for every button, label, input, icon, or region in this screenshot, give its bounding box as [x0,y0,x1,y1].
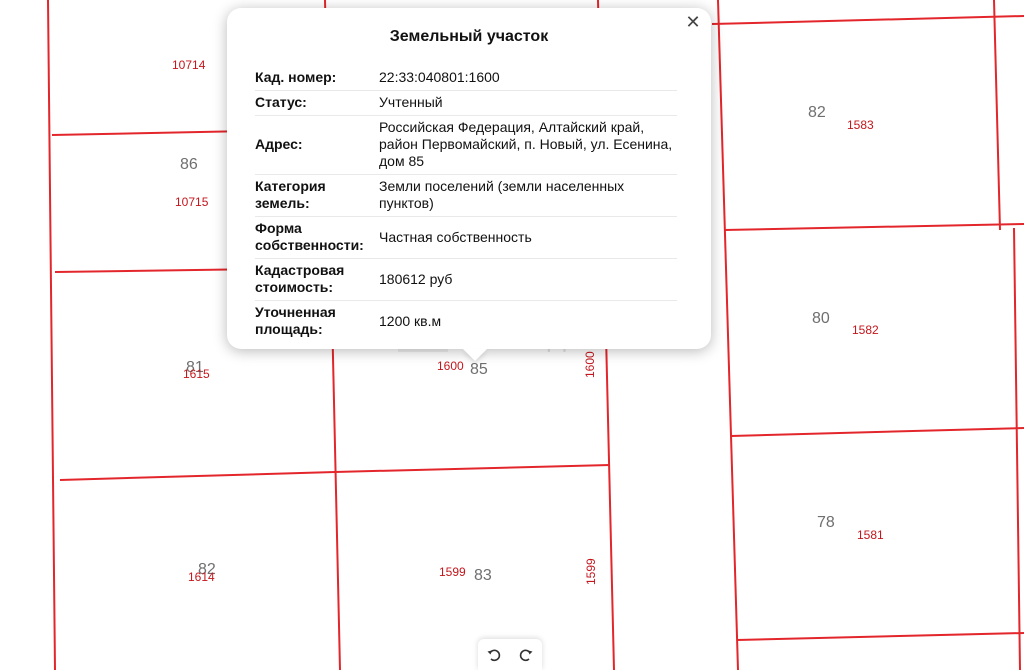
cad-label: 1583 [847,118,874,132]
table-row: Кад. номер: 22:33:040801:1600 [255,66,677,91]
table-row: Форма собственности: Частная собственнос… [255,216,677,259]
cad-label: 1615 [183,367,210,381]
undo-icon[interactable] [483,644,505,666]
row-key: Адрес: [255,115,379,175]
house-number: 82 [808,104,826,121]
row-value: Земли поселений (земли населенных пункто… [379,174,677,217]
popup-body[interactable]: Кад. номер: 22:33:040801:1600 Статус: Уч… [255,66,677,337]
house-number: 85 [470,361,488,378]
house-number: 78 [817,514,835,531]
cad-label: 1581 [857,528,884,542]
table-row: Уточненная площадь: 1200 кв.м [255,300,677,337]
cad-label: 1600 [437,359,464,373]
table-row: Адрес: Российская Федерация, Алтайский к… [255,115,677,175]
cad-label: 1582 [852,323,879,337]
row-value: 22:33:040801:1600 [379,66,677,91]
row-key: Категория земель: [255,174,379,217]
cad-label: 10715 [175,195,209,209]
row-value: Учтенный [379,90,677,116]
row-key: Уточненная площадь: [255,300,379,337]
house-number: 80 [812,310,830,327]
history-controls [478,639,542,670]
popup-title: Земельный участок [389,28,549,45]
table-row: Статус: Учтенный [255,90,677,116]
cad-label-vertical: 1600 [583,351,597,378]
row-key: Кад. номер: [255,66,379,91]
row-value: 1200 кв.м [379,300,677,337]
cad-label: 10714 [172,58,206,72]
row-key: Кадастровая стоимость: [255,258,379,301]
row-key: Статус: [255,90,379,116]
redo-icon[interactable] [515,644,537,666]
table-row: Категория земель: Земли поселений (земли… [255,174,677,217]
cad-label-vertical: 1599 [584,558,598,585]
popup-pointer [463,349,487,361]
house-number: 86 [180,156,198,173]
row-value: 180612 руб [379,258,677,301]
info-table: Кад. номер: 22:33:040801:1600 Статус: Уч… [255,66,677,337]
table-row: Кадастровая стоимость: 180612 руб [255,258,677,301]
house-number: 83 [474,567,492,584]
land-plot-popup: ✕ Земельный участок Кад. номер: 22:33:04… [227,8,711,361]
row-value: Российская Федерация, Алтайский край, ра… [379,115,677,175]
cad-label: 1614 [188,570,215,584]
row-value: Частная собственность [379,216,677,259]
cad-label: 1599 [439,565,466,579]
row-key: Форма собственности: [255,216,379,259]
